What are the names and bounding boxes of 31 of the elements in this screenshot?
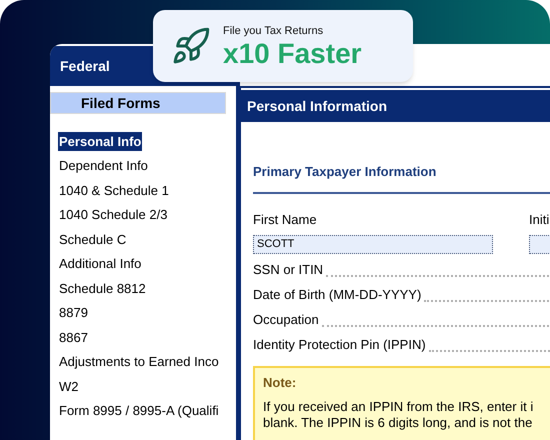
sidebar-heading: Filed Forms xyxy=(50,92,226,114)
input-field[interactable]: SCOTT xyxy=(253,235,493,254)
panel-title-bar: Personal Information xyxy=(241,90,550,122)
field-label: Date of Birth (MM-DD-YYYY) xyxy=(253,286,422,304)
sidebar-item[interactable]: W2 xyxy=(58,376,80,396)
sidebar-item[interactable]: Additional Info xyxy=(58,254,142,274)
note-text: If you received an IPPIN from the IRS, enter it i xyxy=(263,398,534,414)
sidebar-item[interactable]: 1040 & Schedule 1 xyxy=(58,180,170,200)
rocket-icon xyxy=(171,26,211,66)
field-label: First Name xyxy=(253,210,318,228)
input-field[interactable] xyxy=(424,298,550,302)
field-label: Initi xyxy=(529,210,550,228)
badge-caption: File you Tax Returns xyxy=(223,24,324,39)
sidebar-item[interactable]: 8867 xyxy=(58,328,89,348)
sidebar-item[interactable]: Adjustments to Earned Inco xyxy=(58,352,220,372)
section-heading: Primary Taxpayer Information xyxy=(253,163,438,181)
sidebar-item[interactable]: Schedule C xyxy=(58,230,128,250)
sidebar-item[interactable]: Schedule 8812 xyxy=(58,278,147,298)
note-text: blank. The IPPIN is 6 digits long, and is not the xyxy=(263,414,534,430)
sidebar-item[interactable]: Personal Info xyxy=(58,132,142,152)
sidebar-item[interactable]: 8879 xyxy=(58,303,89,323)
input-field[interactable] xyxy=(326,273,550,277)
sidebar-item[interactable]: Dependent Info xyxy=(58,156,149,176)
sidebar-item[interactable]: 1040 Schedule 2/3 xyxy=(58,205,168,225)
field-label: SSN or ITIN xyxy=(253,260,324,278)
input-field[interactable] xyxy=(428,348,550,352)
field-label: Occupation xyxy=(253,310,319,329)
input-field[interactable] xyxy=(322,323,550,327)
note-title: Note: xyxy=(263,374,298,392)
field-label: Identity Protection Pin (IPPIN) xyxy=(253,336,426,354)
sidebar-item[interactable]: Form 8995 / 8995-A (Qualifi xyxy=(58,401,220,421)
